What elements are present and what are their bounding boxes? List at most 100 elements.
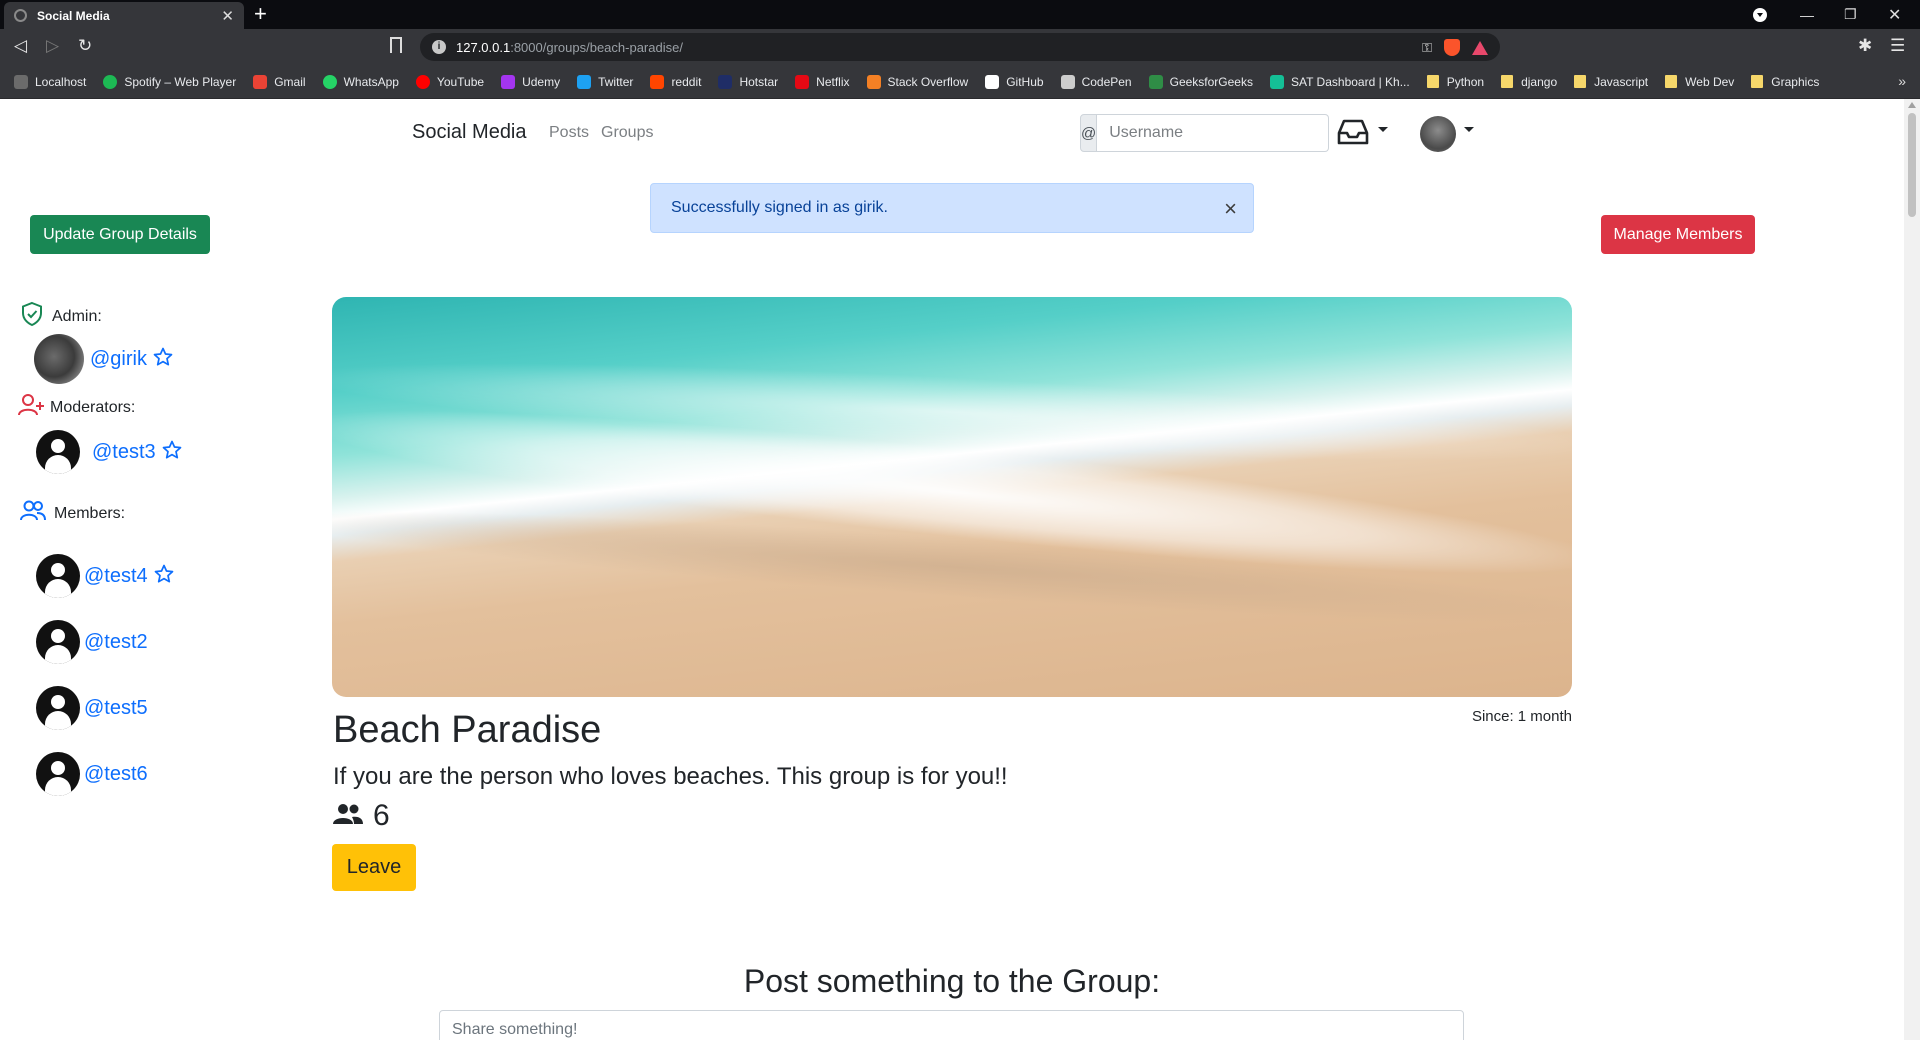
reload-icon[interactable]: ↻ [78,36,92,56]
star-icon[interactable] [153,347,173,372]
bookmark-item[interactable]: GitHub [985,74,1044,89]
post-input[interactable] [439,1010,1464,1040]
avatar [36,752,80,796]
bookmark-item[interactable]: WhatsApp [322,74,399,89]
star-icon[interactable] [162,440,182,465]
bookmark-item[interactable]: Hotstar [718,74,778,89]
members-heading: Members: [20,500,125,527]
bookmark-item[interactable]: Netflix [795,74,850,89]
inbox-icon[interactable] [1336,118,1370,151]
page-scrollbar[interactable] [1904,99,1920,1040]
bookmark-favicon-icon [577,74,592,89]
folder-icon [1751,75,1764,88]
moderator-item: @test3 [36,430,182,474]
bookmark-folder-label: Graphics [1771,74,1820,89]
more-bookmarks-icon[interactable]: » [1898,73,1906,89]
bookmark-folder[interactable]: Python [1426,75,1484,89]
scrollbar-thumb[interactable] [1908,113,1916,217]
user-search: @ [1080,114,1330,152]
close-icon[interactable]: × [1224,196,1237,222]
member-username-link[interactable]: @test4 [84,565,148,588]
address-bar[interactable]: i 127.0.0.1:8000/groups/beach-paradise/ … [420,33,1500,61]
bookmark-item[interactable]: Twitter [577,74,633,89]
bookmark-folder[interactable]: Web Dev [1665,75,1734,89]
folder-icon [1501,75,1514,88]
nav-link-groups[interactable]: Groups [601,124,653,142]
key-icon[interactable]: ⚿ [1422,40,1432,56]
bookmark-favicon-icon [1269,74,1284,89]
bookmark-folder[interactable]: django [1501,75,1557,89]
page-content: Social Media Posts Groups @ Successfully… [0,99,1904,1040]
browser-tab[interactable]: Social Media ✕ [4,2,244,29]
admin-item: @girik [34,334,173,384]
folder-icon [1426,75,1439,88]
username-search-input[interactable] [1097,114,1330,152]
browser-tab-bar: Social Media ✕ + — ❐ ✕ [0,0,1920,29]
close-tab-icon[interactable]: ✕ [221,7,234,25]
people-fill-icon [333,799,373,833]
bookmark-folder-label: django [1521,74,1558,89]
bookmark-folder-label: Web Dev [1685,74,1735,89]
chevron-down-icon[interactable] [1464,127,1474,132]
members-label: Members: [54,504,126,522]
avatar [36,686,80,730]
member-username-link[interactable]: @test5 [84,697,148,720]
bookmark-item[interactable]: Localhost [14,74,86,89]
update-group-button[interactable]: Update Group Details [30,215,210,254]
avatar [36,554,80,598]
bookmark-item[interactable]: Spotify – Web Player [103,74,236,89]
menu-icon[interactable]: ☰ [1890,36,1905,56]
bookmark-label: Netflix [816,74,850,89]
new-tab-icon[interactable]: + [254,1,267,27]
close-window-icon[interactable]: ✕ [1888,0,1901,29]
bookmark-folder[interactable]: Javascript [1574,75,1648,89]
bookmarks-bar: Localhost Spotify – Web Player Gmail WhatsA… [0,65,1920,99]
rewards-icon[interactable] [1472,40,1488,55]
bookmark-favicon-icon [253,74,268,89]
back-icon[interactable]: ◁ [14,36,27,56]
bookmark-item[interactable]: Gmail [253,74,306,89]
brave-shield-icon[interactable] [1444,39,1460,56]
bookmark-item[interactable]: YouTube [415,74,485,89]
site-info-icon[interactable]: i [432,40,446,54]
extensions-icon[interactable]: ✱ [1858,36,1872,56]
member-username-link[interactable]: @test6 [84,763,148,786]
admin-label: Admin: [52,307,102,325]
manage-members-button[interactable]: Manage Members [1601,215,1755,254]
admin-heading: Admin: [20,301,102,332]
folder-icon [1665,75,1678,88]
admin-username-link[interactable]: @girik [90,348,147,371]
bookmark-folder[interactable]: Graphics [1751,75,1819,89]
nav-link-posts[interactable]: Posts [549,124,589,142]
scroll-up-icon[interactable] [1908,102,1916,108]
bookmark-favicon-icon [1148,74,1163,89]
member-item: @test6 [36,752,148,796]
chevron-down-icon[interactable] [1378,127,1388,132]
bookmark-item[interactable]: SAT Dashboard | Kh... [1269,74,1410,89]
forward-icon[interactable]: ▷ [46,36,59,56]
moderator-username-link[interactable]: @test3 [92,441,156,464]
avatar[interactable] [1420,116,1456,152]
bookmark-item[interactable]: GeeksforGeeks [1148,74,1253,89]
bookmark-icon[interactable] [390,37,402,53]
restore-icon[interactable]: ❐ [1844,0,1857,29]
bookmark-item[interactable]: CodePen [1060,74,1132,89]
bookmark-favicon-icon [415,74,430,89]
post-heading: Post something to the Group: [743,963,1161,999]
url-host: 127.0.0.1 [456,39,511,55]
bookmark-item[interactable]: Stack Overflow [866,74,968,89]
bookmark-item[interactable]: Udemy [501,74,560,89]
bookmark-label: YouTube [436,74,485,89]
bookmark-item[interactable]: reddit [650,74,701,89]
profile-icon[interactable] [1752,0,1768,29]
shield-check-icon [20,301,52,332]
success-alert: Successfully signed in as girik. × [650,183,1254,233]
minimize-icon[interactable]: — [1800,0,1814,29]
bookmark-favicon-icon [650,74,665,89]
bookmark-favicon-icon [1060,74,1075,89]
member-username-link[interactable]: @test2 [84,631,148,654]
bookmark-favicon-icon [322,74,337,89]
brand-link[interactable]: Social Media [412,121,527,144]
star-icon[interactable] [154,564,174,589]
leave-group-button[interactable]: Leave [332,844,416,891]
